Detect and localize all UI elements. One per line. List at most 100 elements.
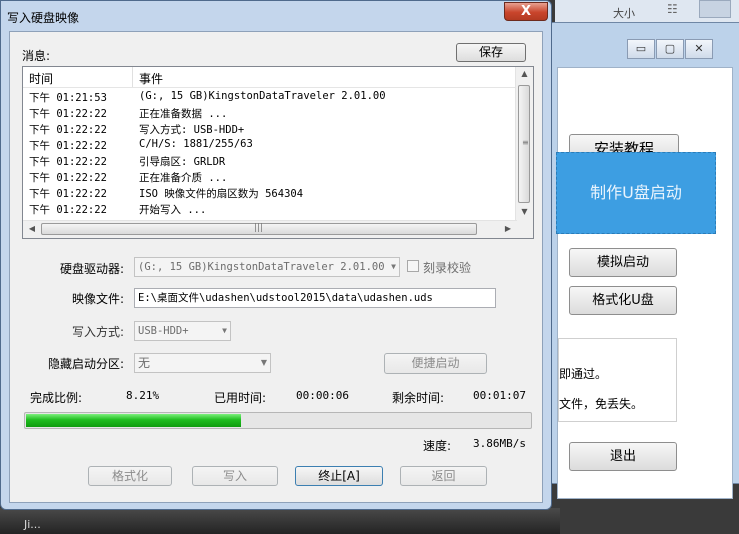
- grip-icon: |||: [254, 223, 264, 233]
- info-line-1: 即通过。: [559, 367, 608, 381]
- log-row[interactable]: 下午 01:21:53 (G:, 15 GB)KingstonDataTravel…: [23, 89, 517, 105]
- write-disk-image-dialog: 写入硬盘映像 X 消息: 保存 时间 事件 下午 01:21:53 (G:, 15…: [0, 0, 552, 510]
- info-line-2: 文件，免丢失。: [559, 397, 644, 411]
- image-file-label: 映像文件:: [72, 292, 125, 306]
- scroll-up-arrow-icon[interactable]: ▲: [516, 69, 533, 83]
- bg-window-controls: ▭ ▢ ✕: [627, 39, 714, 59]
- write-button[interactable]: 写入: [192, 466, 278, 486]
- log-row[interactable]: 下午 01:22:22 引导扇区: GRLDR: [23, 153, 517, 169]
- scroll-right-arrow-icon[interactable]: ▶: [500, 222, 516, 236]
- remaining-label: 剩余时间:: [392, 391, 445, 405]
- elapsed-label: 已用时间:: [214, 391, 267, 405]
- remaining-value: 00:01:07: [473, 389, 526, 402]
- log-row[interactable]: 下午 01:22:22 写入方式: USB-HDD+: [23, 121, 517, 137]
- log-column-event[interactable]: 事件: [139, 70, 163, 87]
- image-file-field[interactable]: E:\桌面文件\udashen\udstool2015\data\udashen…: [134, 288, 496, 308]
- log-time: 下午 01:22:22: [29, 124, 107, 136]
- progress-value: 8.21%: [126, 389, 160, 402]
- udashen-main-window: ▭ ▢ ✕ 安装教程 制作U盘启动 模拟启动 格式化U盘 即通过。 文件，免丢失…: [548, 22, 739, 499]
- format-usb-button[interactable]: 格式化U盘: [569, 286, 677, 315]
- hidden-partition-value: 无: [138, 356, 151, 370]
- speed-label: 速度:: [423, 439, 452, 453]
- write-progress-bar: [24, 412, 532, 429]
- dialog-client: 消息: 保存 时间 事件 下午 01:21:53 (G:, 15 GB)Kings…: [9, 31, 543, 503]
- minimize-icon[interactable]: ▭: [627, 39, 655, 59]
- close-icon: X: [520, 4, 532, 19]
- log-time: 下午 01:22:22: [29, 140, 107, 152]
- log-event: 正在准备介质 ...: [139, 172, 228, 184]
- drive-select[interactable]: (G:, 15 GB)KingstonDataTraveler 2.01.00 …: [134, 257, 400, 277]
- preview-pane-icon: [699, 0, 731, 18]
- log-row[interactable]: 下午 01:22:22 C/H/S: 1881/255/63: [23, 137, 517, 153]
- log-header: 时间 事件: [23, 67, 517, 88]
- log-time: 下午 01:21:53: [29, 92, 107, 104]
- background-explorer-header: 大小 ☷: [555, 0, 739, 22]
- image-file-value: E:\桌面文件\udashen\udstool2015\data\udashen…: [138, 292, 433, 304]
- save-button[interactable]: 保存: [456, 43, 526, 62]
- abort-button[interactable]: 终止[A]: [295, 466, 383, 486]
- log-time: 下午 01:22:22: [29, 108, 107, 120]
- log-event: 写入方式: USB-HDD+: [139, 124, 245, 136]
- log-event: ISO 映像文件的扇区数为 564304: [139, 188, 304, 200]
- log-time: 下午 01:22:22: [29, 156, 107, 168]
- bg-window-client: 安装教程 制作U盘启动 模拟启动 格式化U盘 即通过。 文件，免丢失。 退出: [556, 67, 733, 499]
- grip-icon: ≡: [522, 138, 529, 147]
- exit-button[interactable]: 退出: [569, 442, 677, 471]
- log-rows: 下午 01:21:53 (G:, 15 GB)KingstonDataTravel…: [23, 89, 517, 217]
- log-event: 正在准备数据 ...: [139, 108, 228, 120]
- message-log[interactable]: 时间 事件 下午 01:21:53 (G:, 15 GB)KingstonData…: [22, 66, 534, 239]
- progress-fill: [26, 414, 241, 427]
- view-options-icon: ☷: [667, 2, 678, 16]
- speed-value: 3.86MB/s: [473, 437, 526, 450]
- log-time: 下午 01:22:22: [29, 188, 107, 200]
- hidden-partition-select[interactable]: 无 ▼: [134, 353, 271, 373]
- close-icon[interactable]: ✕: [685, 39, 713, 59]
- maximize-icon[interactable]: ▢: [656, 39, 684, 59]
- size-column-header: 大小: [613, 7, 635, 20]
- log-horizontal-scrollbar[interactable]: ◀ ||| ▶: [23, 220, 517, 238]
- log-row[interactable]: 下午 01:22:22 ISO 映像文件的扇区数为 564304: [23, 185, 517, 201]
- chevron-down-icon: ▼: [391, 262, 396, 271]
- scroll-down-arrow-icon[interactable]: ▼: [516, 207, 533, 221]
- verify-checkbox[interactable]: [407, 260, 419, 272]
- log-time: 下午 01:22:22: [29, 172, 107, 184]
- log-event: (G:, 15 GB)KingstonDataTraveler 2.01.00: [139, 90, 386, 102]
- log-event: 开始写入 ...: [139, 204, 207, 216]
- make-usb-boot-button[interactable]: 制作U盘启动: [556, 152, 716, 234]
- desktop-area: Ji...: [0, 508, 560, 534]
- dialog-title: 写入硬盘映像: [7, 11, 80, 25]
- log-event: C/H/S: 1881/255/63: [139, 138, 253, 150]
- dialog-close-button[interactable]: X: [504, 2, 548, 21]
- scroll-corner: [516, 221, 533, 238]
- column-divider[interactable]: [132, 67, 133, 87]
- simulate-boot-button[interactable]: 模拟启动: [569, 248, 677, 277]
- horizontal-scroll-thumb[interactable]: |||: [41, 223, 477, 235]
- progress-label: 完成比例:: [30, 391, 83, 405]
- write-mode-select[interactable]: USB-HDD+ ▼: [134, 321, 231, 341]
- write-mode-label: 写入方式:: [72, 325, 125, 339]
- format-button[interactable]: 格式化: [88, 466, 172, 486]
- drive-label: 硬盘驱动器:: [60, 262, 125, 276]
- vertical-scroll-thumb[interactable]: ≡: [518, 85, 530, 203]
- log-vertical-scrollbar[interactable]: ▲ ≡ ▼: [515, 67, 533, 221]
- messages-label: 消息:: [22, 49, 51, 63]
- chevron-down-icon: ▼: [260, 358, 267, 367]
- chevron-down-icon: ▼: [222, 326, 227, 335]
- verify-label: 刻录校验: [423, 261, 472, 275]
- dialog-titlebar[interactable]: 写入硬盘映像 X: [1, 1, 551, 31]
- hidden-partition-label: 隐藏启动分区:: [48, 357, 125, 371]
- back-button[interactable]: 返回: [400, 466, 487, 486]
- scroll-left-arrow-icon[interactable]: ◀: [24, 222, 40, 236]
- log-time: 下午 01:22:22: [29, 204, 107, 216]
- log-row[interactable]: 下午 01:22:22 正在准备介质 ...: [23, 169, 517, 185]
- drive-value: (G:, 15 GB)KingstonDataTraveler 2.01.00: [138, 261, 385, 273]
- elapsed-value: 00:00:06: [296, 389, 349, 402]
- log-column-time[interactable]: 时间: [29, 70, 53, 87]
- log-event: 引导扇区: GRLDR: [139, 156, 226, 168]
- write-mode-value: USB-HDD+: [138, 325, 189, 337]
- info-panel: 即通过。 文件，免丢失。: [558, 338, 677, 422]
- desktop-text: Ji...: [24, 518, 41, 531]
- log-row[interactable]: 下午 01:22:22 开始写入 ...: [23, 201, 517, 217]
- quick-boot-button[interactable]: 便捷启动: [384, 353, 487, 374]
- log-row[interactable]: 下午 01:22:22 正在准备数据 ...: [23, 105, 517, 121]
